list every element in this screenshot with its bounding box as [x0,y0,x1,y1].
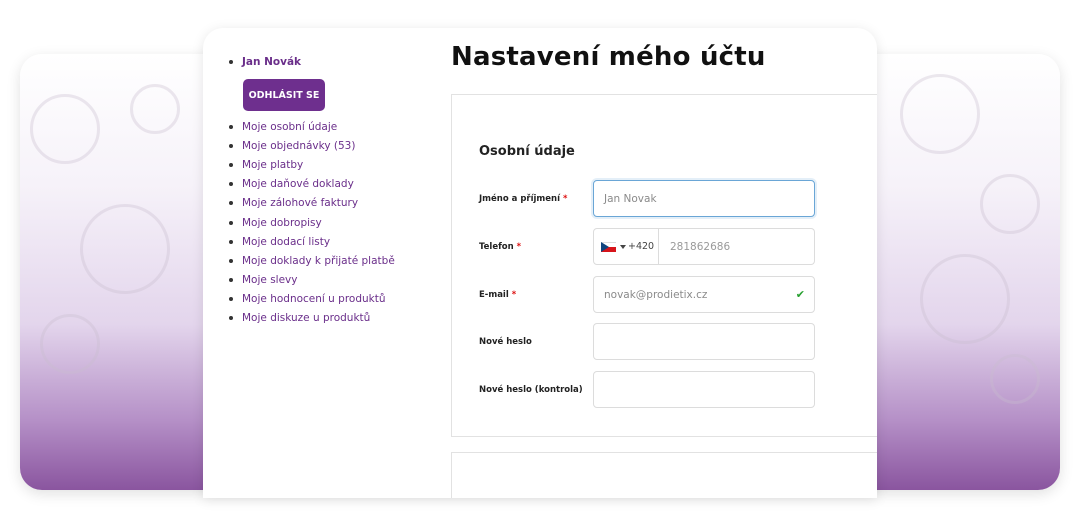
bullet [229,297,233,302]
name-label: Jméno a příjmení * [479,194,593,204]
bullet [229,143,233,148]
screenshot-stage: Jan Novák ODHLÁSIT SE Moje osobní údaje … [0,0,1080,522]
menu-item-tax-documents: Moje daňové doklady [229,175,429,194]
page-title: Nastavení mého účtu [451,42,766,72]
bullet [229,278,233,283]
phone-field: +420 281862686 [593,228,815,265]
menu-item-product-discussions: Moje diskuze u produktů [229,309,429,328]
menu-item-delivery-notes: Moje dodací listy [229,232,429,251]
new-password-confirm-row: Nové heslo (kontrola) [479,371,815,408]
menu-link[interactable]: Moje osobní údaje [242,121,337,133]
menu-item-personal-data: Moje osobní údaje [229,117,429,136]
phone-label: Telefon * [479,242,593,252]
menu-link[interactable]: Moje daňové doklady [242,178,354,190]
bullet [229,239,233,244]
user-row: Jan Novák [229,54,429,70]
phone-row: Telefon * +420 281862686 [479,228,815,265]
required-mark: * [511,289,517,300]
new-password-confirm-label: Nové heslo (kontrola) [479,384,583,395]
email-row: E-mail * novak@prodietix.cz ✔ [479,276,815,313]
new-password-row: Nové heslo [479,323,815,360]
next-panel [451,452,877,498]
email-label-text: E-mail [479,289,509,300]
email-label: E-mail * [479,290,593,300]
country-code-select[interactable]: +420 [593,228,659,265]
name-label-text: Jméno a příjmení [479,193,561,204]
phone-label-text: Telefon [479,241,514,252]
section-title: Osobní údaje [479,144,575,159]
account-menu: Moje osobní údaje Moje objednávky (53) M… [229,117,429,328]
checkmark-icon: ✔ [795,288,805,301]
bullet [229,182,233,187]
bullet [229,124,233,129]
menu-link[interactable]: Moje hodnocení u produktů [242,293,386,305]
bullet [229,201,233,206]
menu-link[interactable]: Moje diskuze u produktů [242,312,370,324]
menu-item-discounts: Moje slevy [229,271,429,290]
menu-link[interactable]: Moje zálohové faktury [242,197,358,209]
email-value: novak@prodietix.cz [604,288,708,301]
menu-item-product-ratings: Moje hodnocení u produktů [229,290,429,309]
required-mark: * [516,241,522,252]
logout-button[interactable]: ODHLÁSIT SE [243,79,325,111]
menu-item-orders: Moje objednávky (53) [229,136,429,155]
menu-link[interactable]: Moje doklady k přijaté platbě [242,255,395,267]
bullet [229,162,233,167]
menu-link[interactable]: Moje platby [242,159,303,171]
bullet [229,316,233,321]
personal-data-panel: Osobní údaje Jméno a příjmení * Jan Nova… [451,94,877,437]
new-password-input[interactable] [593,323,815,360]
menu-item-payment-receipts: Moje doklady k přijaté platbě [229,251,429,270]
account-card: Jan Novák ODHLÁSIT SE Moje osobní údaje … [203,28,877,498]
bullet [229,60,233,64]
czech-flag-icon [601,241,616,252]
bullet [229,258,233,263]
menu-item-payments: Moje platby [229,155,429,174]
phone-input[interactable]: 281862686 [659,228,815,265]
name-input[interactable]: Jan Novak [593,180,815,217]
email-input[interactable]: novak@prodietix.cz ✔ [593,276,815,313]
menu-item-credit-notes: Moje dobropisy [229,213,429,232]
user-name[interactable]: Jan Novák [242,56,301,68]
bullet [229,220,233,225]
new-password-confirm-input[interactable] [593,371,815,408]
country-code: +420 [628,241,655,252]
new-password-label: Nové heslo [479,336,532,347]
required-mark: * [563,193,568,204]
account-sidebar: Jan Novák ODHLÁSIT SE Moje osobní údaje … [229,54,429,328]
menu-link[interactable]: Moje dobropisy [242,217,322,229]
menu-link[interactable]: Moje objednávky (53) [242,140,355,152]
menu-link[interactable]: Moje slevy [242,274,297,286]
menu-link[interactable]: Moje dodací listy [242,236,330,248]
chevron-down-icon [620,244,626,249]
name-row: Jméno a příjmení * Jan Novak [479,180,815,217]
menu-item-advance-invoices: Moje zálohové faktury [229,194,429,213]
